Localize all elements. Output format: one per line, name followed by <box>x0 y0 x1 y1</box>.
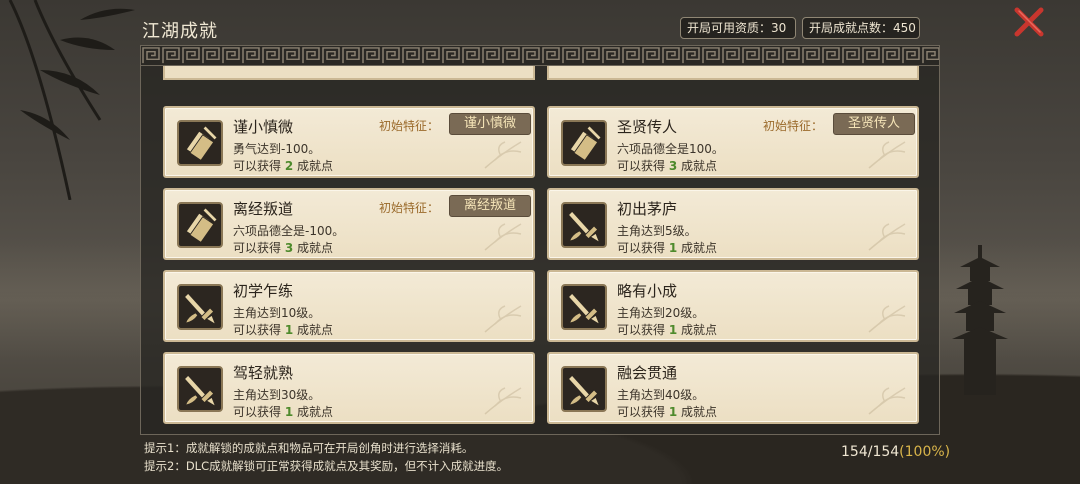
hint-2: 提示2：DLC成就解锁可正常获得成就点及其奖励，但不计入成就进度。 <box>144 459 509 473</box>
achievement-name: 离经叛道 <box>233 200 294 218</box>
reward-points: 3 <box>668 159 678 173</box>
fret-border <box>141 46 939 66</box>
reward-suffix: 成就点 <box>297 159 334 173</box>
achievement-name: 驾轻就熟 <box>233 364 294 382</box>
achievement-reward: 可以获得 3 成就点 <box>233 239 333 256</box>
achievement-desc: 主角达到20级。 <box>617 306 705 320</box>
reward-points: 1 <box>668 241 678 255</box>
achievement-card[interactable]: 圣贤传人六项品德全是100。 可以获得 3 成就点 初始特征： 圣贤传人 <box>547 106 919 178</box>
achievement-reward: 可以获得 2 成就点 <box>233 157 333 174</box>
scroll-icon <box>177 202 223 248</box>
partial-card <box>163 66 535 80</box>
reward-suffix: 成就点 <box>297 405 334 419</box>
achievement-desc: 主角达到30级。 <box>233 388 321 402</box>
reward-points: 1 <box>284 405 294 419</box>
achievement-reward: 可以获得 3 成就点 <box>617 157 717 174</box>
reward-prefix: 可以获得 <box>617 323 666 337</box>
achievement-reward: 可以获得 1 成就点 <box>617 403 717 420</box>
reward-prefix: 可以获得 <box>233 159 282 173</box>
bamboo-leaf-icon <box>865 304 909 334</box>
bamboo-decoration <box>8 0 135 200</box>
trait-label: 初始特征： <box>379 201 440 215</box>
trait-label: 初始特征： <box>379 119 440 133</box>
achievement-card[interactable]: 驾轻就熟主角达到30级。 可以获得 1 成就点 <box>163 352 535 424</box>
sword-icon <box>561 202 607 248</box>
sword-icon <box>561 366 607 412</box>
close-button[interactable] <box>1012 5 1046 39</box>
achievement-desc: 主角达到40级。 <box>617 388 705 402</box>
achievement-card[interactable]: 略有小成主角达到20级。 可以获得 1 成就点 <box>547 270 919 342</box>
achievement-name: 谨小慎微 <box>233 118 294 136</box>
progress-percent: (100%) <box>899 444 951 460</box>
talent-stat-value: 30 <box>771 21 787 35</box>
reward-points: 1 <box>284 323 294 337</box>
achievement-name: 初学乍练 <box>233 282 294 300</box>
reward-suffix: 成就点 <box>681 405 718 419</box>
close-icon <box>1014 7 1044 37</box>
progress-readout: 154/154(100%) <box>841 444 950 460</box>
talent-stat-label: 开局可用资质： <box>687 21 772 35</box>
partial-card <box>547 66 919 80</box>
sword-icon <box>561 284 607 330</box>
achievement-card[interactable]: 谨小慎微勇气达到-100。 可以获得 2 成就点 初始特征： 谨小慎微 <box>163 106 535 178</box>
reward-points: 1 <box>668 323 678 337</box>
achievement-reward: 可以获得 1 成就点 <box>617 321 717 338</box>
achievement-desc: 主角达到5级。 <box>617 224 697 238</box>
bamboo-leaf-icon <box>481 386 525 416</box>
trait-tag[interactable]: 离经叛道 <box>449 195 531 217</box>
achievement-panel: 谨小慎微 勇气达到-100。 可以获得 2 成就点 初始特征： 谨小慎微 圣贤传人 六项品德… <box>140 45 940 435</box>
reward-prefix: 可以获得 <box>233 405 282 419</box>
bamboo-leaf-icon <box>865 222 909 252</box>
trait-tag[interactable]: 圣贤传人 <box>833 113 915 135</box>
points-stat-badge: 开局成就点数：450 <box>802 17 920 39</box>
achievement-list[interactable]: 谨小慎微 勇气达到-100。 可以获得 2 成就点 初始特征： 谨小慎微 圣贤传人 六项品德… <box>157 66 923 426</box>
achievement-reward: 可以获得 1 成就点 <box>617 239 717 256</box>
points-stat-value: 450 <box>893 21 916 35</box>
achievement-card[interactable]: 初学乍练主角达到10级。 可以获得 1 成就点 <box>163 270 535 342</box>
reward-prefix: 可以获得 <box>617 241 666 255</box>
reward-suffix: 成就点 <box>681 323 718 337</box>
reward-points: 2 <box>284 159 294 173</box>
reward-points: 3 <box>284 241 294 255</box>
trait-label: 初始特征： <box>763 119 824 133</box>
points-stat-label: 开局成就点数： <box>809 21 894 35</box>
pagoda-silhouette <box>952 245 1008 395</box>
achievement-desc: 六项品德全是-100。 <box>233 224 345 238</box>
hint-1: 提示1：成就解锁的成就点和物品可在开局创角时进行选择消耗。 <box>144 441 474 455</box>
scroll-icon <box>177 120 223 166</box>
achievement-name: 初出茅庐 <box>617 200 678 218</box>
reward-suffix: 成就点 <box>681 159 718 173</box>
sword-icon <box>177 284 223 330</box>
scroll-icon <box>561 120 607 166</box>
progress-count: 154/154 <box>841 444 900 460</box>
bamboo-leaf-icon <box>481 304 525 334</box>
reward-points: 1 <box>668 405 678 419</box>
achievement-name: 圣贤传人 <box>617 118 678 136</box>
achievement-card[interactable]: 融会贯通主角达到40级。 可以获得 1 成就点 <box>547 352 919 424</box>
achievement-name: 融会贯通 <box>617 364 678 382</box>
reward-prefix: 可以获得 <box>617 159 666 173</box>
achievement-name: 略有小成 <box>617 282 678 300</box>
reward-suffix: 成就点 <box>681 241 718 255</box>
bamboo-leaf-icon <box>481 140 525 170</box>
talent-stat-badge: 开局可用资质：30 <box>680 17 796 39</box>
achievement-desc: 主角达到10级。 <box>233 306 321 320</box>
achievement-card[interactable]: 初出茅庐主角达到5级。 可以获得 1 成就点 <box>547 188 919 260</box>
reward-suffix: 成就点 <box>297 241 334 255</box>
page-title: 江湖成就 <box>142 21 218 42</box>
achievement-reward: 可以获得 1 成就点 <box>233 321 333 338</box>
achievement-card[interactable]: 离经叛道六项品德全是-100。 可以获得 3 成就点 初始特征： 离经叛道 <box>163 188 535 260</box>
bamboo-leaf-icon <box>865 386 909 416</box>
reward-prefix: 可以获得 <box>617 405 666 419</box>
trait-tag[interactable]: 谨小慎微 <box>449 113 531 135</box>
achievement-desc: 勇气达到-100。 <box>233 142 321 156</box>
reward-prefix: 可以获得 <box>233 323 282 337</box>
achievement-desc: 六项品德全是100。 <box>617 142 724 156</box>
bamboo-leaf-icon <box>865 140 909 170</box>
sword-icon <box>177 366 223 412</box>
reward-prefix: 可以获得 <box>233 241 282 255</box>
reward-suffix: 成就点 <box>297 323 334 337</box>
achievement-reward: 可以获得 1 成就点 <box>233 403 333 420</box>
bamboo-leaf-icon <box>481 222 525 252</box>
